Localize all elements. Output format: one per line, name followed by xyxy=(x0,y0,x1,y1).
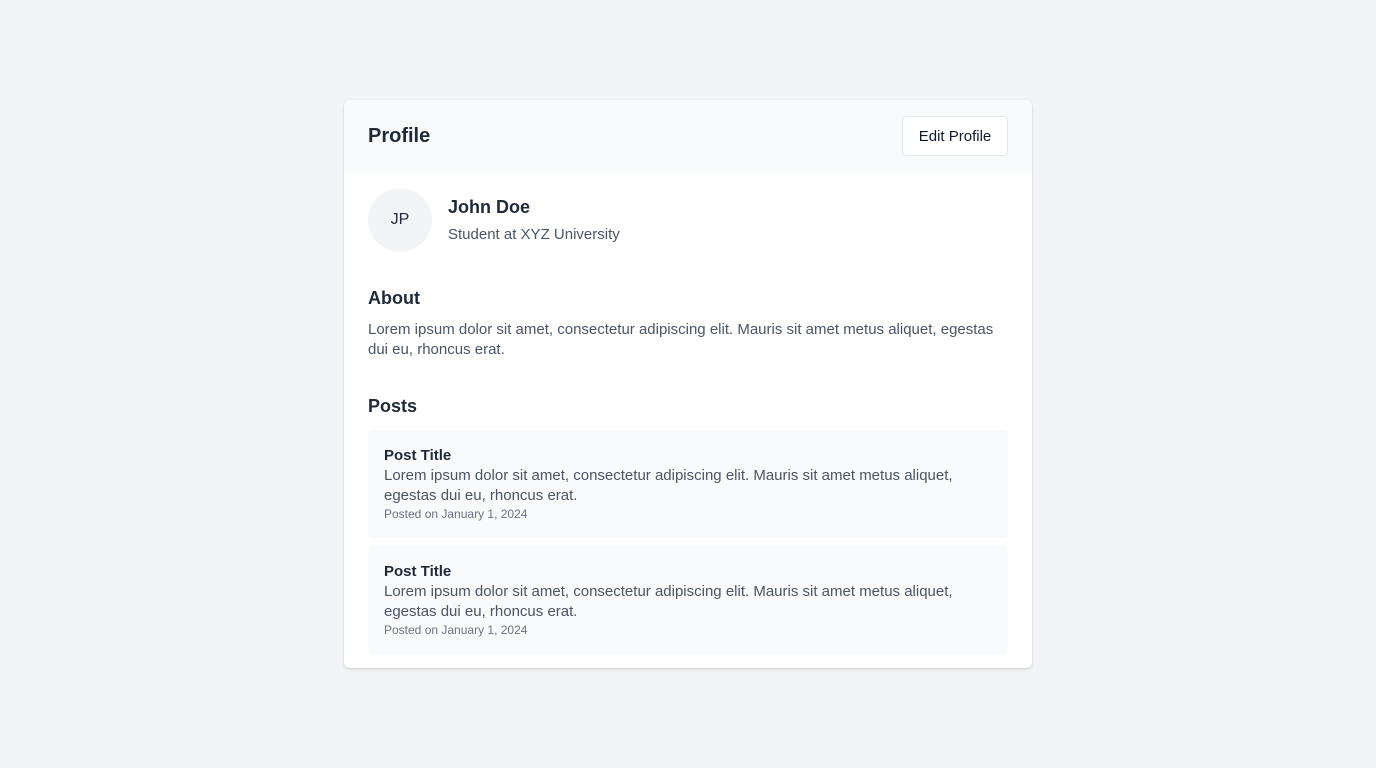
post-date: Posted on January 1, 2024 xyxy=(384,507,528,521)
post-title: Post Title xyxy=(384,447,452,464)
user-summary: JP John Doe Student at XYZ University xyxy=(368,188,1008,252)
post-body: Lorem ipsum dolor sit amet, consectetur … xyxy=(384,583,953,620)
about-text: Lorem ipsum dolor sit amet, consectetur … xyxy=(368,321,994,358)
post-card: Post Title Lorem ipsum dolor sit amet, c… xyxy=(368,430,1008,538)
about-heading: About xyxy=(368,288,420,308)
profile-card: Profile Edit Profile JP John Doe Student… xyxy=(344,100,1032,668)
user-info: John Doe Student at XYZ University xyxy=(448,195,620,245)
posts-heading: Posts xyxy=(368,396,418,416)
edit-profile-button[interactable]: Edit Profile xyxy=(902,116,1008,156)
avatar-initials: JP xyxy=(390,211,410,228)
page-title: Profile xyxy=(368,124,431,147)
user-name: John Doe xyxy=(448,197,531,217)
card-body: JP John Doe Student at XYZ University Ab… xyxy=(344,172,1032,654)
avatar: JP xyxy=(368,188,432,252)
post-date: Posted on January 1, 2024 xyxy=(384,623,528,637)
post-card: Post Title Lorem ipsum dolor sit amet, c… xyxy=(368,546,1008,654)
card-header: Profile Edit Profile xyxy=(344,100,1032,172)
posts-list: Post Title Lorem ipsum dolor sit amet, c… xyxy=(368,430,1008,654)
post-body: Lorem ipsum dolor sit amet, consectetur … xyxy=(384,467,953,504)
post-title: Post Title xyxy=(384,563,452,580)
user-role: Student at XYZ University xyxy=(448,226,620,243)
